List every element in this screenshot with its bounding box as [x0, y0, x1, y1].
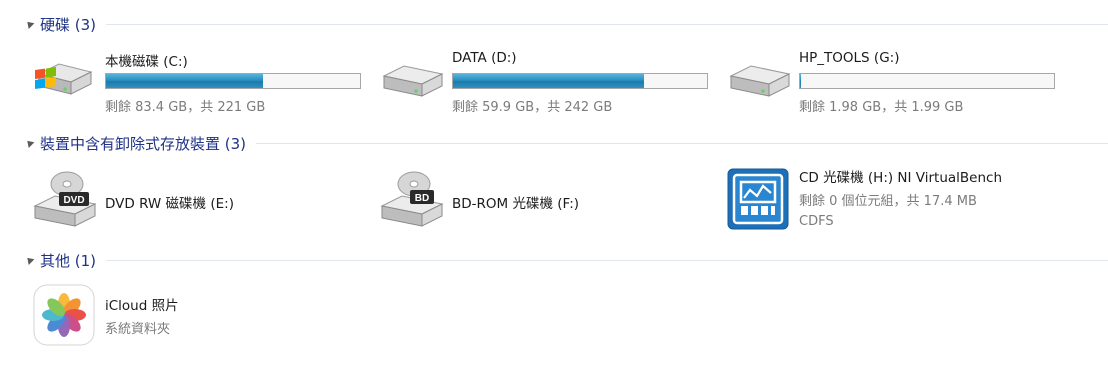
drive-space-text: 剩餘 0 個位元組，共 17.4 MB: [799, 194, 977, 209]
drive-space-text: 剩餘 83.4 GB，共 221 GB: [105, 100, 266, 115]
drive-name: DATA (D:): [452, 50, 517, 66]
collapse-triangle-icon[interactable]: [24, 19, 35, 29]
group-title: 裝置中含有卸除式存放裝置 (3): [40, 134, 247, 153]
group-title: 其他 (1): [40, 251, 97, 270]
drive-usage-fill: [106, 74, 264, 88]
group-divider: [256, 142, 1108, 144]
folder-type-text: 系統資料夾: [105, 322, 171, 337]
group-header-other[interactable]: 其他 (1): [0, 248, 1108, 272]
drive-filesystem-text: CDFS: [799, 214, 834, 229]
drive-usage-fill: [800, 74, 802, 88]
hard-drive-icon: [382, 65, 444, 97]
collapse-triangle-icon[interactable]: [24, 138, 35, 148]
folder-item-icloud-photos[interactable]: iCloud 照片 系統資料夾: [33, 284, 363, 354]
drive-name: DVD RW 磁碟機 (E:): [105, 196, 234, 212]
drive-space-text: 剩餘 59.9 GB，共 242 GB: [452, 100, 613, 115]
dvd-drive-icon: DVD: [33, 171, 97, 227]
drive-item-d[interactable]: DATA (D:) 剩餘 59.9 GB，共 242 GB: [380, 50, 710, 120]
drive-usage-fill: [453, 74, 644, 88]
icloud-photos-icon: [33, 284, 95, 346]
drive-usage-bar: [452, 73, 708, 89]
drive-usage-bar: [799, 73, 1055, 89]
drive-name: HP_TOOLS (G:): [799, 50, 900, 66]
folder-name: iCloud 照片: [105, 298, 179, 314]
group-divider: [106, 23, 1108, 25]
group-header-removable[interactable]: 裝置中含有卸除式存放裝置 (3): [0, 131, 1108, 155]
drive-item-c[interactable]: 本機磁碟 (C:) 剩餘 83.4 GB，共 221 GB: [33, 50, 363, 120]
drive-name: BD-ROM 光碟機 (F:): [452, 196, 580, 212]
drive-item-f[interactable]: BD BD-ROM 光碟機 (F:): [380, 166, 710, 236]
group-header-hard-disks[interactable]: 硬碟 (3): [0, 12, 1108, 36]
virtualbench-icon: [727, 168, 789, 230]
dvd-badge-text: DVD: [63, 195, 84, 206]
windows-drive-icon: [35, 63, 93, 95]
collapse-triangle-icon[interactable]: [24, 255, 35, 265]
group-title: 硬碟 (3): [40, 15, 97, 34]
bd-drive-icon: BD: [380, 171, 444, 227]
drive-name: 本機磁碟 (C:): [105, 54, 188, 70]
hard-drive-icon: [729, 65, 791, 97]
group-divider: [106, 259, 1108, 261]
drive-name: CD 光碟機 (H:) NI VirtualBench: [799, 170, 1003, 186]
drive-item-h[interactable]: CD 光碟機 (H:) NI VirtualBench 剩餘 0 個位元組，共 …: [727, 166, 1087, 236]
bd-badge-text: BD: [415, 193, 429, 204]
drive-item-e[interactable]: DVD DVD RW 磁碟機 (E:): [33, 166, 363, 236]
drive-usage-bar: [105, 73, 361, 89]
drive-space-text: 剩餘 1.98 GB，共 1.99 GB: [799, 100, 964, 115]
drive-item-g[interactable]: HP_TOOLS (G:) 剩餘 1.98 GB，共 1.99 GB: [727, 50, 1067, 120]
